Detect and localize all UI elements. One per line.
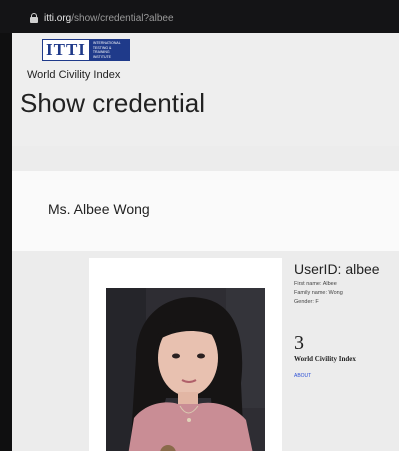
header: ITTI International Testing & Training In… [12, 33, 399, 146]
url-path: /show/credential?albee [71, 12, 174, 24]
person-name: Ms. Albee Wong [48, 201, 150, 217]
lock-icon [30, 13, 38, 23]
user-id: UserID: albee [294, 261, 380, 277]
url-field[interactable]: itti.org/show/credential?albee [30, 10, 360, 26]
photo-card [89, 258, 282, 451]
itti-logo[interactable]: ITTI International Testing & Training In… [42, 39, 130, 61]
page-title: Show credential [20, 88, 205, 118]
gender: Gender: F [294, 299, 319, 305]
about-link[interactable]: ABOUT [294, 373, 311, 379]
profile-photo [106, 288, 265, 451]
page: ITTI International Testing & Training In… [12, 33, 399, 451]
first-name: First name: Albee [294, 281, 337, 287]
logo-mark: ITTI [42, 39, 90, 61]
logo-subtext: International Testing & Training Institu… [89, 39, 130, 61]
credential-info: UserID: albee First name: Albee Family n… [294, 261, 399, 382]
credential-section: UserID: albee First name: Albee Family n… [12, 251, 399, 451]
civility-score: 3 [294, 332, 304, 354]
score-label: World Civility Index [294, 355, 356, 363]
person-name-bar: Ms. Albee Wong [12, 171, 399, 251]
url-text: itti.org/show/credential?albee [44, 13, 174, 24]
family-name: Family name: Wong [294, 290, 343, 296]
url-domain: itti.org [44, 12, 72, 24]
portrait-illustration [106, 288, 265, 451]
browser-address-bar[interactable]: itti.org/show/credential?albee [0, 0, 399, 33]
brand-name: World Civility Index [27, 69, 121, 81]
